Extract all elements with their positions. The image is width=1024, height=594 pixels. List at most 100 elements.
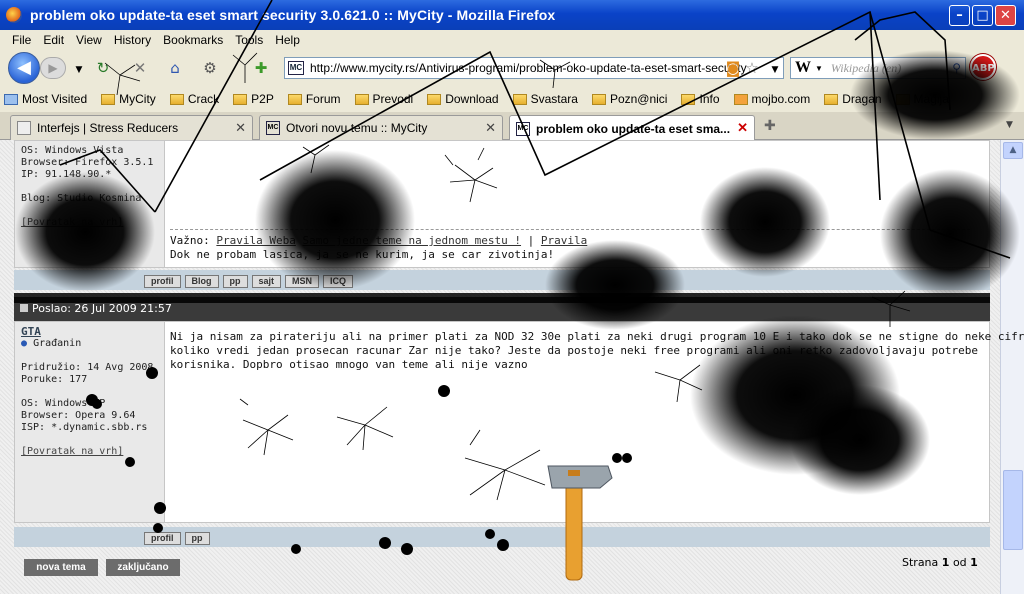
bookmark-crack[interactable]: Crack <box>166 92 219 106</box>
url-dropdown-icon[interactable]: ▼ <box>766 61 784 79</box>
signature-divider <box>170 229 970 230</box>
rules-line: Važno: Pravila Weba Samo jedne teme na j… <box>170 234 588 247</box>
bookmark-mycity[interactable]: MyCity <box>97 92 156 106</box>
bookmark-star-icon[interactable]: ☆ <box>743 59 761 77</box>
bookmark-prevodi[interactable]: Prevodi <box>351 92 413 106</box>
addon-icon[interactable]: ⚙ <box>201 59 219 77</box>
back-button[interactable]: ◀ <box>8 52 40 84</box>
maximize-button[interactable]: □ <box>972 5 993 26</box>
bookmark-most-visited[interactable]: Most Visited <box>0 92 87 106</box>
username-link[interactable]: GTA <box>21 326 158 338</box>
search-icon[interactable]: ⚲ <box>952 61 961 76</box>
rules-link-3[interactable]: Pravila <box>541 234 587 247</box>
rules-link-2[interactable]: Samo jedne teme na jednom mestu ! <box>302 234 521 247</box>
post-icon <box>20 304 28 312</box>
tab-close-icon[interactable]: ✕ <box>737 120 748 136</box>
tab-stress-reducers[interactable]: Interfejs | Stress Reducers ✕ <box>10 115 253 140</box>
bookmark-info[interactable]: Info <box>677 92 720 106</box>
bookmark-mojbo[interactable]: mojbo.com <box>730 92 810 106</box>
window-title: problem oko update-ta eset smart securit… <box>30 7 556 23</box>
title-bar: problem oko update-ta eset smart securit… <box>0 0 1024 30</box>
website-button[interactable]: sajt <box>251 275 282 288</box>
online-status-icon: ● <box>21 338 28 349</box>
bookmarks-icon <box>4 93 18 105</box>
tab-list-icon[interactable]: ▼ <box>1006 120 1013 130</box>
tab-problem-oko-update[interactable]: MC problem oko update-ta eset sma... ✕ <box>509 115 755 141</box>
tab-close-icon[interactable]: ✕ <box>235 120 246 136</box>
locked-button[interactable]: zaključano <box>106 559 180 576</box>
tab-favicon-icon: MC <box>266 121 280 135</box>
new-tab-icon[interactable]: ✚ <box>764 118 776 134</box>
minimize-button[interactable]: – <box>949 5 970 26</box>
forward-button[interactable]: ▶ <box>40 57 66 79</box>
bookmark-svastara[interactable]: Svastara <box>509 92 578 106</box>
folder-icon <box>895 93 910 105</box>
folder-icon <box>169 93 184 105</box>
menu-file[interactable]: File <box>6 33 37 47</box>
scroll-up-icon[interactable]: ▲ <box>1003 142 1023 159</box>
addon-green-icon[interactable]: ✚ <box>252 59 270 77</box>
blog-link[interactable]: Blog: Studio Kosmina <box>21 193 141 204</box>
search-placeholder: Wikipedia (en) <box>830 60 902 75</box>
post-1-author-info: OS: Windows Vista Browser: Firefox 3.5.1… <box>15 141 165 267</box>
bookmark-forum[interactable]: Forum <box>284 92 341 106</box>
bookmark-p2p[interactable]: P2P <box>229 92 274 106</box>
folder-icon <box>354 93 369 105</box>
reload-icon[interactable]: ↻ <box>94 59 112 77</box>
menu-tools[interactable]: Tools <box>229 33 269 47</box>
menu-history[interactable]: History <box>108 33 157 47</box>
bookmark-download[interactable]: Download <box>423 92 499 106</box>
tab-close-icon[interactable]: ✕ <box>485 120 496 136</box>
stop-icon[interactable]: ✕ <box>131 59 149 77</box>
back-to-top-link[interactable]: [Povratak na vrh] <box>21 217 158 229</box>
engine-dropdown-icon[interactable]: ▼ <box>815 64 823 73</box>
home-icon[interactable]: ⌂ <box>166 59 184 77</box>
folder-icon <box>681 93 696 105</box>
folder-icon <box>591 93 606 105</box>
post-2-author-info: GTA ● Građanin Pridružio: 14 Avg 2008 Po… <box>15 322 165 522</box>
post-2-button-bar: profil pp <box>14 527 990 547</box>
post-2-header: Poslao: 26 Jul 2009 21:57 <box>14 297 990 321</box>
scroll-thumb[interactable] <box>1003 470 1023 550</box>
menu-bar: File Edit View History Bookmarks Tools H… <box>0 30 1024 50</box>
search-box[interactable]: W ▼ Wikipedia (en) ⚲ <box>790 57 966 79</box>
tab-favicon-icon <box>17 121 31 135</box>
bookmark-magija[interactable]: Magija <box>892 92 949 106</box>
menu-view[interactable]: View <box>70 33 108 47</box>
back-to-top-link[interactable]: [Povratak na vrh] <box>21 446 158 458</box>
post-2: GTA ● Građanin Pridružio: 14 Avg 2008 Po… <box>14 321 1024 523</box>
bookmark-dragan[interactable]: Dragan <box>820 92 882 106</box>
folder-icon <box>101 93 116 105</box>
rss-icon[interactable]: ◙ <box>724 59 742 77</box>
bookmarks-toolbar: Most Visited MyCity Crack P2P Forum Prev… <box>0 86 1024 112</box>
folder-icon <box>824 93 839 105</box>
pm-button[interactable]: pp <box>184 532 210 545</box>
tab-otvori-novu-temu[interactable]: MC Otvori novu temu :: MyCity ✕ <box>259 115 503 140</box>
pagination: Strana 1 od 1 <box>902 556 978 569</box>
post-2-body: Ni ja nisam za pirateriju ali na primer … <box>170 330 1024 371</box>
post-1-button-bar: profil Blog pp sajt MSN ICQ <box>14 270 990 290</box>
folder-icon <box>233 93 248 105</box>
address-bar[interactable]: MC http://www.mycity.rs/Antivirus-progra… <box>284 57 784 79</box>
site-favicon-icon: MC <box>288 61 304 75</box>
profile-button[interactable]: profil <box>144 275 181 288</box>
url-text: http://www.mycity.rs/Antivirus-programi/… <box>310 61 747 75</box>
msn-button[interactable]: MSN <box>285 275 320 288</box>
tab-favicon-icon: MC <box>516 121 530 136</box>
history-dropdown-icon[interactable]: ▼ <box>70 61 88 79</box>
pm-button[interactable]: pp <box>222 275 248 288</box>
new-topic-button[interactable]: nova tema <box>24 559 98 576</box>
menu-bookmarks[interactable]: Bookmarks <box>157 33 229 47</box>
profile-button[interactable]: profil <box>144 532 181 545</box>
folder-icon <box>427 93 442 105</box>
rules-link[interactable]: Pravila Weba <box>216 234 295 247</box>
adblock-button[interactable]: ABP <box>970 54 996 80</box>
blog-button[interactable]: Blog <box>184 275 219 288</box>
close-button[interactable]: ✕ <box>995 5 1016 26</box>
bookmark-pozn-nici[interactable]: Pozn@nici <box>588 92 667 106</box>
navigation-toolbar: ◀ ▶ ▼ ↻ ✕ ⌂ ⚙ ✚ MC http://www.mycity.rs/… <box>0 50 1024 86</box>
folder-icon <box>287 93 302 105</box>
menu-help[interactable]: Help <box>269 33 306 47</box>
icq-button[interactable]: ICQ <box>323 275 354 288</box>
menu-edit[interactable]: Edit <box>37 33 70 47</box>
